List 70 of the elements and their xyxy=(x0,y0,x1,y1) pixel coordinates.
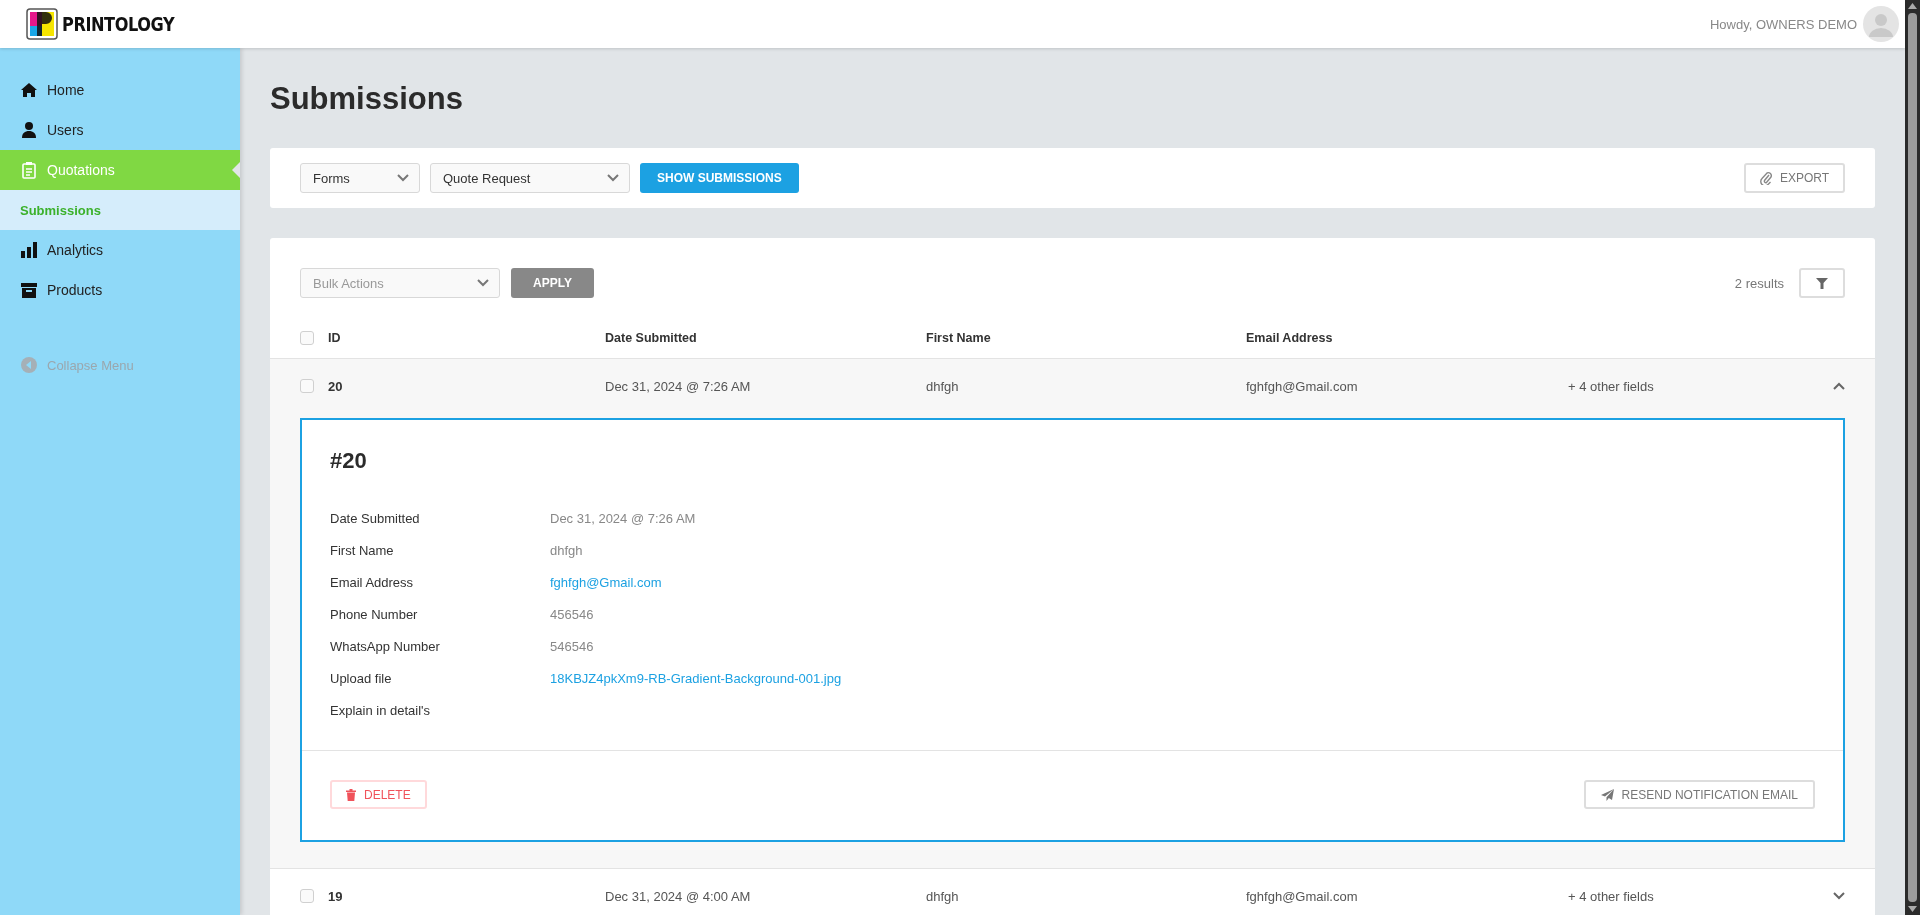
field-value: dhfgh xyxy=(550,542,583,558)
field-label: Explain in detail's xyxy=(330,702,432,718)
caret-icon xyxy=(607,174,619,182)
select-all-checkbox[interactable] xyxy=(300,331,314,345)
scroll-up-icon[interactable] xyxy=(1908,3,1917,9)
bar-chart-icon xyxy=(20,241,38,259)
other-fields-cell-text: + 4 other fields xyxy=(1568,378,1655,394)
scrollbar-thumb[interactable] xyxy=(1908,13,1917,902)
results-count: 2 results xyxy=(1734,275,1784,291)
field-label: Upload file xyxy=(330,670,393,686)
paperclip-icon xyxy=(1759,171,1772,185)
row-checkbox[interactable] xyxy=(300,379,314,393)
filter-icon xyxy=(1816,277,1828,289)
sidebar-subitem[interactable]: Submissions xyxy=(0,190,240,230)
house-icon xyxy=(20,81,38,99)
row-checkbox[interactable] xyxy=(300,889,314,903)
email-cell-text: fghfgh@Gmail.com xyxy=(1246,378,1359,394)
form-dropdown[interactable]: Quote Request xyxy=(430,163,630,193)
sidebar-item[interactable]: Analytics xyxy=(0,230,240,270)
sidebar-item[interactable]: Users xyxy=(0,110,240,150)
caret-icon xyxy=(477,279,489,287)
field-value: 546546 xyxy=(550,638,594,654)
email-cell-text: fghfgh@Gmail.com xyxy=(1246,888,1359,904)
name-cell-text: dhfgh xyxy=(926,378,960,394)
logo-icon xyxy=(26,8,58,40)
archive-icon xyxy=(20,281,38,299)
column-header: Email Address xyxy=(1246,331,1334,345)
bulk-actions-dropdown[interactable]: Bulk Actions xyxy=(300,268,500,298)
column-header: ID xyxy=(328,331,342,345)
field-value: 456546 xyxy=(550,606,594,622)
field-link[interactable]: 18KBJZ4pkXm9-RB-Gradient-Background-001.jpg xyxy=(550,670,842,686)
trash-icon xyxy=(346,788,356,801)
sidebar-item[interactable]: Products xyxy=(0,270,240,310)
date-cell-text: Dec 31, 2024 @ 7:26 AM xyxy=(605,378,752,394)
field-label: Phone Number xyxy=(330,606,419,622)
field-label: Date Submitted xyxy=(330,510,421,526)
page-title: Submissions xyxy=(270,81,464,118)
filter-button[interactable] xyxy=(1799,268,1845,298)
paper-plane-icon xyxy=(1600,788,1614,801)
resend-email-button[interactable]: RESEND NOTIFICATION EMAIL xyxy=(1583,780,1815,809)
sidebar-item[interactable]: Home xyxy=(0,70,240,110)
chevron-up-icon[interactable] xyxy=(1833,382,1845,390)
submission-number: #20 xyxy=(330,448,368,474)
name-cell-text: dhfgh xyxy=(926,888,960,904)
brand-name: PRINTOLOGY xyxy=(62,13,175,35)
date-cell-text: Dec 31, 2024 @ 4:00 AM xyxy=(605,888,752,904)
delete-button[interactable]: DELETE xyxy=(330,780,427,809)
apply-button[interactable]: APPLY xyxy=(511,268,594,298)
submission-row[interactable]: 20 Dec 31, 2024 @ 7:26 AM dhfgh fghfgh@Gmail.com + 4 other fields xyxy=(270,359,1875,413)
column-header: First Name xyxy=(926,331,992,345)
field-link[interactable]: fghfgh@Gmail.com xyxy=(550,574,662,590)
caret-icon xyxy=(397,174,409,182)
clipboard-icon xyxy=(20,161,38,179)
submission-row[interactable]: 19 Dec 31, 2024 @ 4:00 AM dhfgh fghfgh@Gmail.com + 4 other fields xyxy=(270,869,1875,915)
field-label: WhatsApp Number xyxy=(330,638,441,654)
person-icon xyxy=(20,121,38,139)
greeting: Howdy, OWNERS DEMO xyxy=(1709,16,1857,32)
show-submissions-button[interactable]: SHOW SUBMISSIONS xyxy=(640,163,799,193)
id-cell-text: 19 xyxy=(328,888,344,904)
field-label: Email Address xyxy=(330,574,415,590)
other-fields-cell-text: + 4 other fields xyxy=(1568,888,1655,904)
column-header: Date Submitted xyxy=(605,331,698,345)
export-button[interactable]: EXPORT xyxy=(1743,163,1845,193)
id-cell-text: 20 xyxy=(328,378,344,394)
scroll-down-icon[interactable] xyxy=(1908,906,1917,912)
field-value: Dec 31, 2024 @ 7:26 AM xyxy=(550,510,696,526)
form-type-dropdown[interactable]: Forms xyxy=(300,163,420,193)
chevron-down-icon[interactable] xyxy=(1833,892,1845,900)
scrollbar[interactable] xyxy=(1905,0,1920,915)
field-label: First Name xyxy=(330,542,395,558)
